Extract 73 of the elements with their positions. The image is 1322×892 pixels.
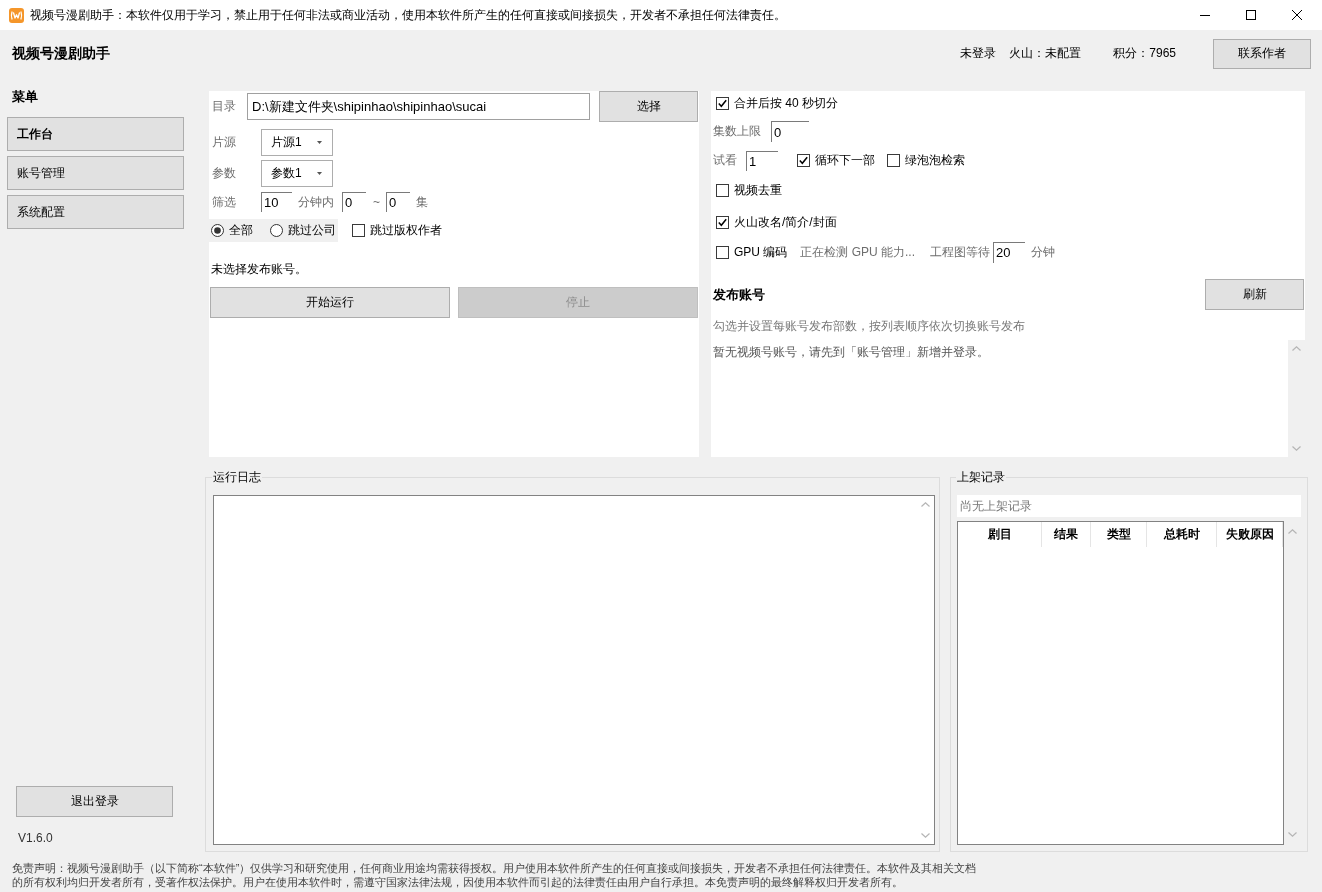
checkbox[interactable]: [716, 184, 729, 197]
number-field[interactable]: 1: [746, 150, 778, 171]
field-label: 工程图等待: [930, 243, 991, 261]
checkbox-label[interactable]: GPU 编码: [734, 243, 788, 261]
menu-title: 菜单: [12, 88, 38, 106]
close-icon[interactable]: [1292, 10, 1302, 20]
version-label: V1.6.0: [18, 830, 53, 846]
checkbox[interactable]: [716, 245, 729, 259]
source-dropdown[interactable]: 片源1: [261, 129, 333, 156]
checkbox[interactable]: [352, 224, 365, 237]
field-label: 参数: [212, 165, 237, 182]
column-header[interactable]: 失败原因: [1217, 522, 1283, 547]
maximize-icon[interactable]: [1246, 10, 1256, 20]
checkbox-label[interactable]: 火山改名/简介/封面: [734, 213, 837, 231]
checkbox-label[interactable]: 视频去重: [734, 182, 782, 199]
empty-message: 暂无视频号账号，请先到「账号管理」新增并登录。: [713, 345, 989, 359]
hint-text: 勾选并设置每账号发布部数，按列表顺序依次切换账号发布: [712, 318, 1025, 334]
checkbox-label[interactable]: 绿泡泡检索: [905, 152, 965, 169]
window-title: 视频号漫剧助手：本软件仅用于学习，禁止用于任何非法或商业活动，使用本软件所产生的任何直接或间接损失，开发者不承担任何法律责任。: [30, 6, 786, 24]
radio-label[interactable]: 跳过公司: [288, 222, 336, 239]
checkbox[interactable]: [716, 215, 729, 229]
choose-button[interactable]: 选择: [599, 91, 698, 122]
points-label: 积分：7965: [1113, 45, 1176, 62]
column-header[interactable]: 剧目: [958, 522, 1042, 547]
number-field[interactable]: 0: [342, 192, 366, 212]
checkbox-label[interactable]: 合并后按 40 秒切分: [734, 95, 838, 112]
field-label: 集数上限: [713, 123, 761, 140]
disclaimer-text: 免责声明：视频号漫剧助手（以下简称“本软件”）仅供学习和研究使用，任何商业用途均需获得授权。用户使用本软件所产生的任何直接或间接损失，开发者不承担任何法律责任。本软件及其相关文档的所有权利均归开发者所有，受著作权法保护。用户在使用本软件时，需遵守国家法律法规，因使用本软件而引起的法律责任由用户自行承担。本免责声明的最终解释权归开发者所有。: [12, 861, 977, 889]
checkbox-label[interactable]: 跳过版权作者: [370, 222, 442, 239]
radio-button[interactable]: [270, 224, 283, 237]
caret-icon[interactable]: [317, 172, 322, 175]
volcano-status: 火山：未配置: [1009, 45, 1082, 62]
minimize-icon[interactable]: [1200, 14, 1210, 16]
unit-label: 分钟: [1031, 243, 1056, 261]
directory-field[interactable]: D:\新建文件夹\shipinhao\shipinhao\sucai: [247, 93, 590, 120]
logout-button[interactable]: 退出登录: [16, 786, 173, 817]
login-status: 未登录: [960, 45, 997, 62]
range-separator: ~: [373, 195, 380, 209]
checkbox[interactable]: [797, 154, 810, 167]
sidebar-item[interactable]: 系统配置: [7, 195, 184, 229]
field-label: 片源: [212, 134, 237, 151]
status-text: 未选择发布账号。: [210, 262, 307, 276]
number-field[interactable]: 0: [386, 192, 410, 212]
unit-label: 分钟内: [298, 193, 334, 211]
unit-label: 集: [416, 193, 428, 211]
field-label: 目录: [212, 98, 237, 115]
checkbox[interactable]: [716, 97, 729, 110]
radio-button[interactable]: [211, 224, 224, 237]
gpu-status-text: 正在检测 GPU 能力...: [800, 243, 916, 261]
column-header[interactable]: 总耗时: [1147, 522, 1217, 547]
group-title: 上架记录: [956, 470, 1006, 484]
field-label: 筛选: [212, 193, 237, 211]
section-title: 发布账号: [713, 285, 765, 304]
app-name: 视频号漫剧助手: [12, 44, 110, 63]
caret-icon[interactable]: [317, 141, 322, 144]
checkbox[interactable]: [887, 154, 900, 167]
number-field[interactable]: 0: [771, 121, 809, 142]
column-header[interactable]: 类型: [1091, 522, 1147, 547]
number-field[interactable]: 20: [993, 241, 1026, 263]
contact-button[interactable]: 联系作者: [1213, 38, 1311, 69]
app-logo-icon: [9, 7, 24, 23]
start-button[interactable]: 开始运行: [210, 287, 450, 318]
column-header[interactable]: 结果: [1042, 522, 1091, 547]
params-dropdown[interactable]: 参数1: [261, 160, 333, 187]
number-field[interactable]: 10: [261, 192, 292, 212]
records-status-bar: 尚无上架记录: [957, 495, 1301, 517]
sidebar-item[interactable]: 账号管理: [7, 156, 184, 190]
checkbox-label[interactable]: 循环下一部: [815, 152, 875, 169]
field-label: 试看: [713, 152, 737, 169]
refresh-button[interactable]: 刷新: [1205, 279, 1304, 310]
radio-label[interactable]: 全部: [229, 222, 253, 239]
sidebar-item[interactable]: 工作台: [7, 117, 184, 151]
group-title: 运行日志: [212, 470, 262, 484]
